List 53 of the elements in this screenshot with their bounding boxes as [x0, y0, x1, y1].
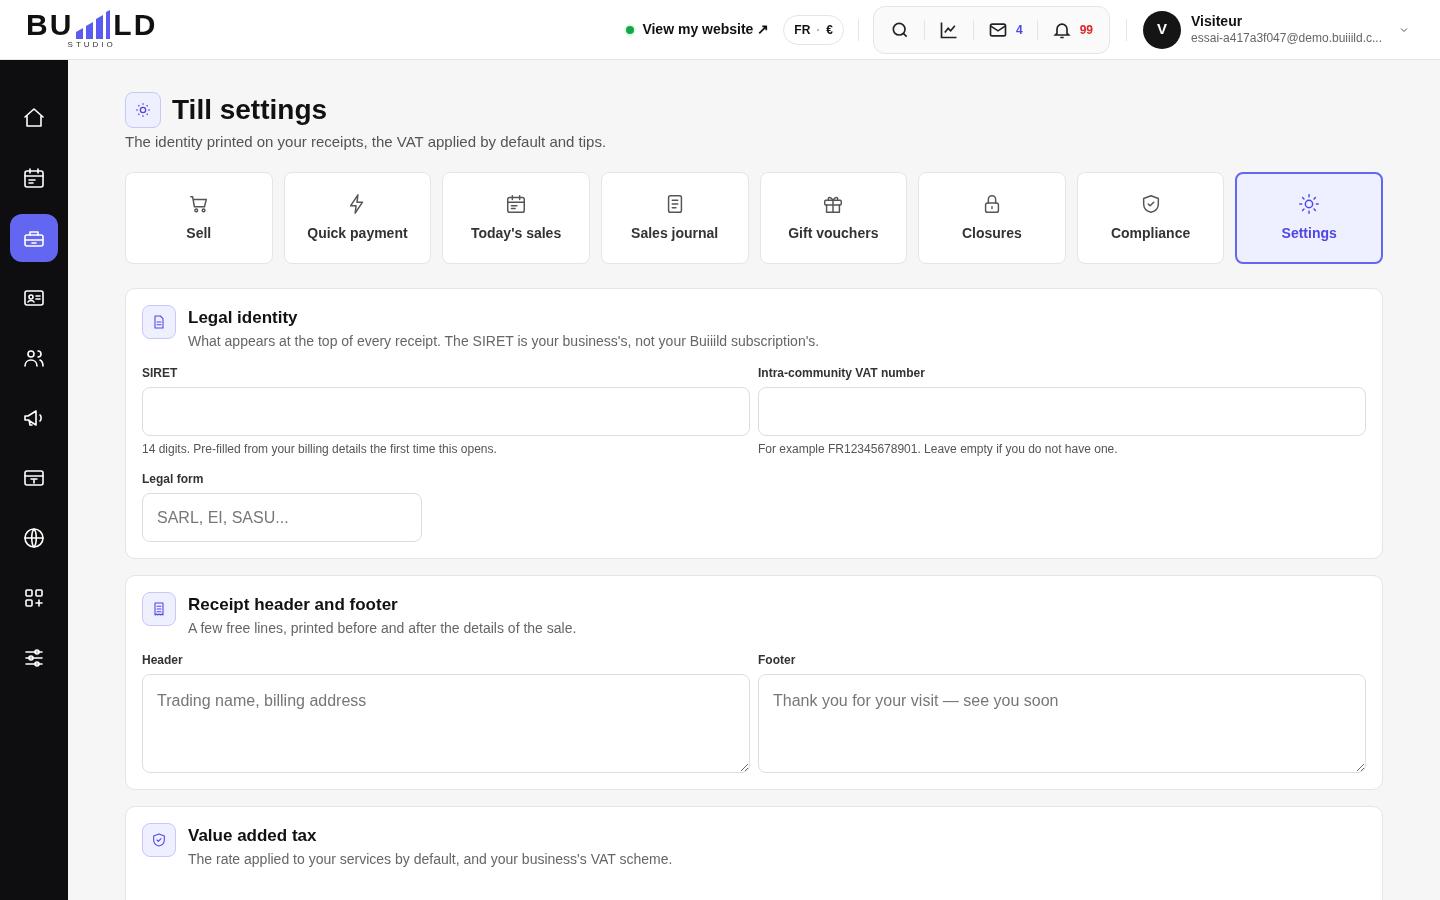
- field-label: SIRET: [142, 365, 179, 381]
- user-menu[interactable]: V Visiteur essai-a417a3f047@demo.buiiild.c...: [1143, 10, 1410, 49]
- globe-icon: [22, 526, 46, 550]
- page-title: Till settings: [172, 93, 328, 127]
- view-website-link[interactable]: View my website ↗: [626, 19, 770, 40]
- avatar: V: [1143, 10, 1182, 49]
- field-hint: 14 digits. Pre-filled from your billing details the first time this opens.: [142, 441, 498, 457]
- field-label: Intra-community VAT number: [758, 365, 926, 381]
- home-icon: [22, 106, 46, 130]
- section-description: A few free lines, printed before and after the details of the sale.: [188, 619, 577, 638]
- receipt-icon: [151, 601, 167, 617]
- field-hint: For example FR12345678901. Leave empty if you do not have one.: [758, 441, 1119, 457]
- logo-text: BU: [26, 10, 74, 40]
- document-icon: [151, 314, 167, 330]
- field-label: Footer: [758, 652, 797, 668]
- calendar-icon: [505, 192, 528, 215]
- calendar-icon: [22, 166, 46, 190]
- bars-logo-icon: [75, 10, 112, 40]
- tab[interactable]: Settings: [1235, 172, 1383, 264]
- section-title: Receipt header and footer: [188, 594, 399, 616]
- input-field[interactable]: Thank you for your visit — see you soon: [758, 674, 1366, 773]
- logo[interactable]: BU LD STUDIO: [26, 10, 158, 49]
- tab[interactable]: Gift vouchers: [759, 172, 908, 264]
- field-label: Legal form: [142, 471, 205, 487]
- logo-text: LD: [113, 10, 158, 40]
- notifications-button[interactable]: 99: [1041, 19, 1104, 40]
- input-field[interactable]: Trading name, billing address: [142, 674, 750, 773]
- input-field[interactable]: [758, 387, 1366, 436]
- messages-button[interactable]: 4: [978, 19, 1033, 40]
- logo-subtitle: STUDIO: [67, 41, 116, 49]
- sun-icon: [1298, 192, 1321, 215]
- separator-dot: ·: [816, 21, 821, 39]
- section-title: Legal identity: [188, 307, 299, 329]
- input-field[interactable]: [142, 387, 750, 436]
- tab[interactable]: Today's sales: [442, 172, 590, 264]
- tab[interactable]: Compliance: [1076, 172, 1225, 264]
- sliders-icon: [22, 646, 46, 670]
- section-title: Value added tax: [188, 825, 318, 847]
- shield-check-icon: [151, 832, 167, 848]
- tab[interactable]: Quick payment: [283, 172, 432, 264]
- tab[interactable]: Closures: [918, 172, 1066, 264]
- tab[interactable]: Sales journal: [600, 172, 749, 264]
- field-label: Header: [142, 652, 184, 668]
- user-email: essai-a417a3f047@demo.buiiild.c...: [1191, 30, 1382, 46]
- user-name: Visiteur: [1191, 13, 1244, 31]
- apps-icon: [22, 586, 46, 610]
- sidebar-item[interactable]: [10, 214, 58, 262]
- section-description: What appears at the top of every receipt. The SIRET is your business's, not your Buiiild subscription's.: [188, 332, 820, 351]
- input-field[interactable]: SARL, EI, SASU...: [142, 493, 422, 542]
- page-subtitle: The identity printed on your receipts, the VAT applied by default and tips.: [125, 132, 608, 152]
- sun-icon: [135, 102, 151, 118]
- section-description: The rate applied to your services by default, and your business's VAT scheme.: [188, 850, 673, 869]
- tab[interactable]: Sell: [125, 172, 273, 264]
